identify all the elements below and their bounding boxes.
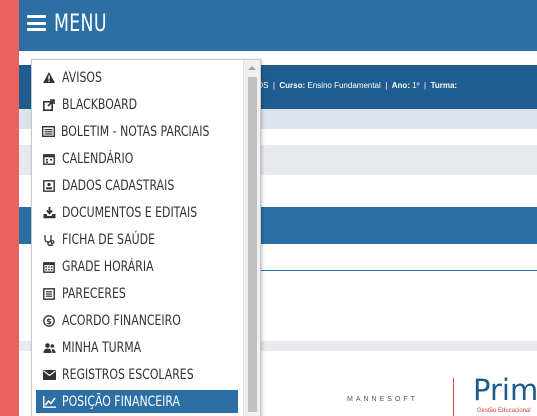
footer-divider [453, 378, 454, 416]
menu-item-avisos[interactable]: AVISOS [36, 66, 238, 89]
menu-item-label: DADOS CADASTRAIS [62, 177, 175, 194]
menu-item-calendario[interactable]: CALENDÁRIO [36, 147, 238, 170]
menu-toggle-button[interactable]: MENU [27, 9, 127, 37]
warning-icon [42, 72, 56, 84]
menu-item-grade-horaria[interactable]: GRADE HORÁRIA [36, 255, 238, 278]
ano-label: Ano: [391, 81, 410, 90]
ano-value: 1º [412, 81, 420, 90]
menu-scrollbar[interactable] [243, 60, 260, 416]
calendar-grid-icon [42, 261, 56, 273]
menu-item-label: CALENDÁRIO [62, 150, 134, 167]
app-frame: MENU ANTOS | Curso: Ensino Fundamental |… [19, 0, 537, 416]
top-bar: MENU [19, 0, 537, 51]
menu-item-acordo-financeiro[interactable]: $ ACORDO FINANCEIRO [36, 309, 238, 332]
menu-item-label: FICHA DE SAÚDE [62, 231, 155, 248]
footer-logo-subtitle: Gestão Educacional [477, 408, 531, 414]
users-icon [42, 342, 56, 354]
calendar-icon [42, 153, 56, 165]
turma-label: Turma: [430, 81, 458, 90]
menu-item-minha-turma[interactable]: MINHA TURMA [36, 336, 238, 359]
menu-item-pareceres[interactable]: PARECERES [36, 282, 238, 305]
menu-item-label: REGISTROS ESCOLARES [62, 366, 194, 383]
document-icon [42, 287, 56, 300]
scrollbar-thumb[interactable] [248, 77, 257, 412]
divider [241, 270, 537, 271]
menu-item-label: BOLETIM - NOTAS PARCIAIS [61, 123, 210, 140]
menu-item-label: GRADE HORÁRIA [62, 258, 154, 275]
curso-label: Curso: [279, 81, 306, 90]
footer-brand: MANNESOFT [347, 396, 418, 403]
menu-item-label: PARECERES [62, 285, 126, 302]
download-tray-icon [42, 206, 56, 219]
envelope-icon [42, 369, 56, 381]
scroll-up-arrow-icon[interactable] [248, 66, 256, 70]
curso-value: Ensino Fundamental [307, 81, 381, 90]
menu-item-label: MINHA TURMA [62, 339, 142, 356]
menu-item-posicao-financeira[interactable]: POSIÇÃO FINANCEIRA [36, 390, 238, 413]
stethoscope-icon [42, 234, 56, 246]
menu-item-registros-escolares[interactable]: REGISTROS ESCOLARES [36, 363, 238, 386]
footer-logo: Prime [473, 373, 537, 407]
hamburger-icon [27, 15, 46, 31]
line-chart-icon [42, 395, 56, 408]
menu-item-label: ACORDO FINANCEIRO [62, 312, 181, 329]
menu-item-label: BLACKBOARD [62, 96, 138, 113]
menu-item-blackboard[interactable]: BLACKBOARD [36, 93, 238, 116]
svg-text:$: $ [46, 316, 52, 325]
menu-item-label: AVISOS [62, 69, 102, 86]
menu-item-ficha-saude[interactable]: FICHA DE SAÚDE [36, 228, 238, 251]
dollar-circle-icon: $ [42, 314, 56, 327]
menu-label: MENU [54, 9, 107, 37]
menu-item-label: DOCUMENTOS E EDITAIS [62, 204, 198, 221]
main-menu-dropdown: AVISOS BLACKBOARD BOLETIM - NOTAS PARCIA… [31, 59, 261, 416]
menu-item-label: POSIÇÃO FINANCEIRA [62, 393, 180, 410]
id-card-icon [42, 179, 56, 192]
menu-item-dados-cadastrais[interactable]: DADOS CADASTRAIS [36, 174, 238, 197]
list-icon [42, 126, 55, 138]
menu-item-boletim[interactable]: BOLETIM - NOTAS PARCIAIS [36, 120, 238, 143]
menu-item-documentos[interactable]: DOCUMENTOS E EDITAIS [36, 201, 238, 224]
external-link-icon [42, 98, 56, 111]
student-info-text: ANTOS | Curso: Ensino Fundamental | Ano:… [241, 81, 457, 90]
